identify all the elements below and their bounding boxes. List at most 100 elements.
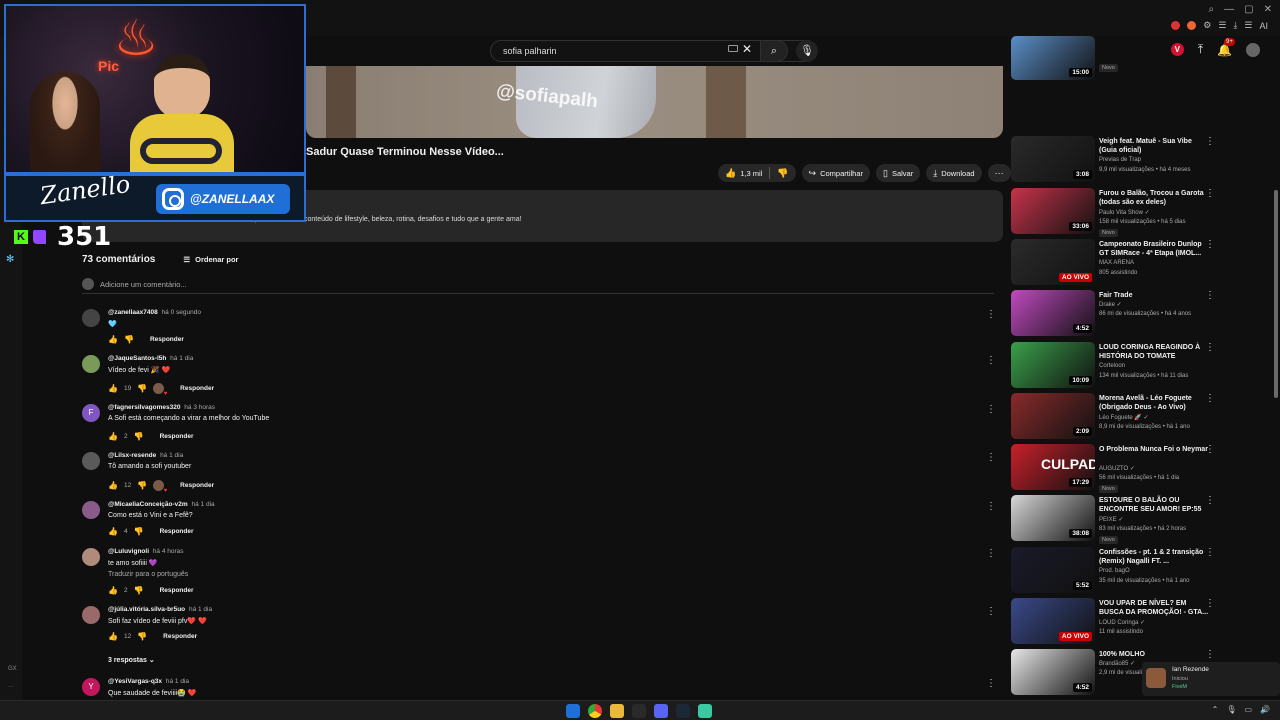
recommendation-card[interactable]: 5:52 Confissões - pt. 1 & 2 transição (Re…: [1011, 546, 1227, 595]
comment-author[interactable]: @MicaeliaConceição-v2m: [108, 501, 188, 508]
recommendation-card[interactable]: 33:06 Furou o Balão, Trocou a Garota (tod…: [1011, 187, 1227, 237]
video-thumbnail[interactable]: 4:52: [1011, 649, 1095, 696]
more-options-icon[interactable]: ⋮: [1205, 649, 1215, 660]
video-thumbnail[interactable]: CULPADO 17:29: [1011, 444, 1095, 491]
comment-menu-icon[interactable]: ⋮: [986, 309, 996, 320]
avatar[interactable]: [82, 606, 100, 624]
folder-icon[interactable]: [610, 704, 624, 718]
share-button[interactable]: ↪ Compartilhar: [801, 164, 871, 182]
chevron-up-icon[interactable]: ⌃: [1212, 705, 1219, 714]
steam-icon[interactable]: [676, 704, 690, 718]
more-options-icon[interactable]: ⋮: [1205, 598, 1215, 609]
video-title[interactable]: 100% MOLHO: [1099, 650, 1211, 659]
channel-name[interactable]: PEIXE ✓: [1099, 516, 1123, 523]
extension-icon[interactable]: ⚙: [1203, 20, 1211, 31]
comment-menu-icon[interactable]: ⋮: [986, 678, 996, 689]
replies-toggle[interactable]: 3 respostas ⌄: [108, 656, 155, 664]
channel-name[interactable]: Corteloon: [1099, 363, 1125, 369]
avatar[interactable]: [82, 309, 100, 327]
like-button[interactable]: 👍 1,3 mil: [718, 164, 769, 182]
channel-name[interactable]: AUGUZTO ✓: [1099, 465, 1135, 472]
comment-menu-icon[interactable]: ⋮: [986, 404, 996, 415]
comment-menu-icon[interactable]: ⋮: [986, 606, 996, 617]
recommendation-card[interactable]: AO VIVO Campeonato Brasileiro Dunlop GT S…: [1011, 238, 1227, 287]
comment-time[interactable]: há 1 dia: [189, 606, 212, 613]
recommendation-card[interactable]: 10:09 LOUD CORINGA REAGINDO À HISTÓRIA DO…: [1011, 341, 1227, 390]
video-title[interactable]: ESTOURE O BALÃO OU ENCONTRE SEU AMOR! EP…: [1099, 496, 1211, 514]
more-options-icon[interactable]: ⋮: [1205, 342, 1215, 353]
recommendation-card[interactable]: 15:00 Novo: [1011, 36, 1227, 84]
clear-search-icon[interactable]: ✕: [742, 42, 752, 56]
comment-time[interactable]: há 1 dia: [192, 501, 215, 508]
search-button[interactable]: ⌕: [760, 40, 788, 62]
ai-icon[interactable]: AI: [1259, 21, 1268, 31]
comment-menu-icon[interactable]: ⋮: [986, 452, 996, 463]
thumbs-down-icon[interactable]: 👎: [134, 527, 144, 536]
add-comment-input[interactable]: Adicione um comentário...: [100, 280, 187, 289]
reply-button[interactable]: Responder: [180, 482, 214, 489]
dislike-button[interactable]: 👎: [770, 164, 795, 182]
sort-button[interactable]: ☰ Ordenar por: [183, 255, 238, 264]
chrome-icon[interactable]: [588, 704, 602, 718]
download-icon[interactable]: ⤓: [1233, 20, 1237, 31]
video-thumbnail[interactable]: 10:09: [1011, 341, 1095, 388]
save-button[interactable]: ▯ Salvar: [876, 164, 921, 182]
keyboard-icon[interactable]: [728, 45, 738, 52]
recommendation-card[interactable]: 3:08 Veigh feat. Matuê - Sua Vibe (Guia o…: [1011, 136, 1227, 184]
recommendation-card[interactable]: 38:08 ESTOURE O BALÃO OU ENCONTRE SEU AMO…: [1011, 495, 1227, 545]
recommendation-card[interactable]: CULPADO 17:29 O Problema Nunca Foi o Neyma…: [1011, 444, 1227, 494]
comment-time[interactable]: há 1 dia: [166, 678, 189, 685]
reply-button[interactable]: Responder: [180, 385, 214, 392]
thumbs-up-icon[interactable]: 👍: [108, 335, 118, 344]
volume-icon[interactable]: 🔊: [1260, 705, 1270, 714]
search-icon[interactable]: ⌕: [1209, 4, 1215, 15]
video-player[interactable]: @sofiapalh: [306, 66, 1003, 138]
channel-name[interactable]: Paulo Vita Show ✓: [1099, 209, 1150, 216]
translate-link[interactable]: Traduzir para o português: [108, 571, 188, 578]
video-thumbnail[interactable]: 2:09: [1011, 392, 1095, 439]
thumbs-down-icon[interactable]: 👎: [137, 481, 147, 490]
thumbs-up-icon[interactable]: 👍: [108, 432, 118, 441]
avatar[interactable]: [82, 452, 100, 470]
reply-button[interactable]: Responder: [150, 336, 184, 343]
thumbs-down-icon[interactable]: 👎: [134, 586, 144, 595]
more-options-icon[interactable]: ⋮: [1205, 495, 1215, 506]
comment-author[interactable]: @YesiVargas-q3x: [108, 678, 162, 685]
channel-name[interactable]: Brandão85 ✓: [1099, 660, 1135, 667]
account-avatar[interactable]: [1246, 42, 1260, 57]
comment-time[interactable]: há 4 horas: [153, 548, 184, 555]
avatar[interactable]: [82, 548, 100, 566]
video-thumbnail[interactable]: 15:00: [1011, 36, 1095, 80]
video-title[interactable]: Furou o Balão, Trocou a Garota (todas sã…: [1099, 189, 1211, 207]
video-title[interactable]: Confissões - pt. 1 & 2 transição (Remix)…: [1099, 548, 1211, 566]
video-thumbnail[interactable]: AO VIVO: [1011, 598, 1095, 644]
download-button[interactable]: ⤓ Download: [926, 164, 982, 182]
video-thumbnail[interactable]: 33:06: [1011, 187, 1095, 234]
app-icon[interactable]: [698, 704, 712, 718]
avatar[interactable]: F: [82, 404, 100, 422]
comment-menu-icon[interactable]: ⋮: [986, 548, 996, 559]
app-icon[interactable]: [632, 704, 646, 718]
comment-author[interactable]: @fagnersilvagomes320: [108, 404, 180, 411]
more-icon[interactable]: ···: [8, 684, 14, 690]
minimize-icon[interactable]: —: [1224, 4, 1234, 15]
reply-button[interactable]: Responder: [160, 433, 194, 440]
thumbs-up-icon[interactable]: 👍: [108, 586, 118, 595]
discord-icon[interactable]: [654, 704, 668, 718]
thumbs-up-icon[interactable]: 👍: [108, 632, 118, 641]
avatar[interactable]: [82, 355, 100, 373]
thumbs-down-icon[interactable]: 👎: [134, 432, 144, 441]
recommendation-card[interactable]: 2:09 Morena Avelã - Léo Foguete (Obrigado…: [1011, 392, 1227, 441]
comment-author[interactable]: @júlia.vitória.silva-br5uo: [108, 606, 185, 613]
more-actions-button[interactable]: ···: [987, 164, 1011, 182]
comment-author[interactable]: @JaqueSantos-l5h: [108, 355, 166, 362]
friend-notification[interactable]: Ian Rezende Iniciou FiveM: [1142, 662, 1280, 696]
recommendation-card[interactable]: 4:52 Fair Trade Drake ✓ 86 mi de visualizaç…: [1011, 290, 1227, 338]
close-icon[interactable]: ✕: [1264, 4, 1272, 15]
video-title[interactable]: Veigh feat. Matuê - Sua Vibe (Guia ofici…: [1099, 137, 1211, 155]
channel-name[interactable]: Previas de Trap: [1099, 157, 1141, 163]
extension-icon[interactable]: ☰: [1244, 20, 1252, 31]
channel-name[interactable]: Léo Foguete 🚀 ✓: [1099, 414, 1149, 421]
comment-time[interactable]: há 1 dia: [170, 355, 193, 362]
more-options-icon[interactable]: ⋮: [1205, 444, 1215, 455]
